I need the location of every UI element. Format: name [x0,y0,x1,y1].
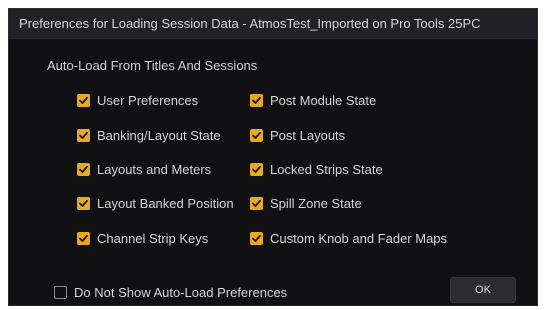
option-spill-zone-state[interactable]: Spill Zone State [250,194,362,212]
option-custom-knob-and-fader-maps[interactable]: Custom Knob and Fader Maps [250,229,447,247]
preferences-dialog: Preferences for Loading Session Data - A… [8,8,538,306]
checkbox-checked-icon[interactable] [250,128,263,142]
option-label: Layout Banked Position [97,195,234,211]
option-label: Locked Strips State [270,161,383,177]
option-channel-strip-keys[interactable]: Channel Strip Keys [77,229,208,247]
checkbox-checked-icon[interactable] [77,231,90,245]
option-label: User Preferences [97,92,199,108]
option-label: Post Module State [270,92,377,108]
checkbox-checked-icon[interactable] [77,196,90,210]
option-banking-layout-state[interactable]: Banking/Layout State [77,126,221,144]
ok-button[interactable]: OK [450,277,516,303]
option-locked-strips-state[interactable]: Locked Strips State [250,160,383,178]
option-label: Spill Zone State [270,195,362,211]
option-user-preferences[interactable]: User Preferences [77,91,198,109]
section-header: Auto-Load From Titles And Sessions [47,58,258,73]
checkbox-checked-icon[interactable] [250,196,263,210]
option-label: Do Not Show Auto-Load Preferences [74,284,288,300]
option-label: Banking/Layout State [97,127,221,143]
checkbox-checked-icon[interactable] [250,93,263,107]
option-label: Layouts and Meters [97,161,212,177]
checkbox-checked-icon[interactable] [250,162,263,176]
checkbox-checked-icon[interactable] [77,128,90,142]
option-layout-banked-position[interactable]: Layout Banked Position [77,194,234,212]
option-layouts-and-meters[interactable]: Layouts and Meters [77,160,211,178]
option-post-layouts[interactable]: Post Layouts [250,126,345,144]
title-bar: Preferences for Loading Session Data - A… [9,9,537,39]
checkbox-checked-icon[interactable] [77,93,90,107]
option-label: Post Layouts [270,127,346,143]
option-label: Channel Strip Keys [97,230,209,246]
option-do-not-show-auto-load[interactable]: Do Not Show Auto-Load Preferences [54,283,287,301]
option-post-module-state[interactable]: Post Module State [250,91,376,109]
checkbox-checked-icon[interactable] [250,231,263,245]
checkbox-checked-icon[interactable] [77,162,90,176]
dialog-title: Preferences for Loading Session Data - A… [19,16,481,31]
option-label: Custom Knob and Fader Maps [270,230,448,246]
checkbox-unchecked-icon[interactable] [54,285,67,299]
